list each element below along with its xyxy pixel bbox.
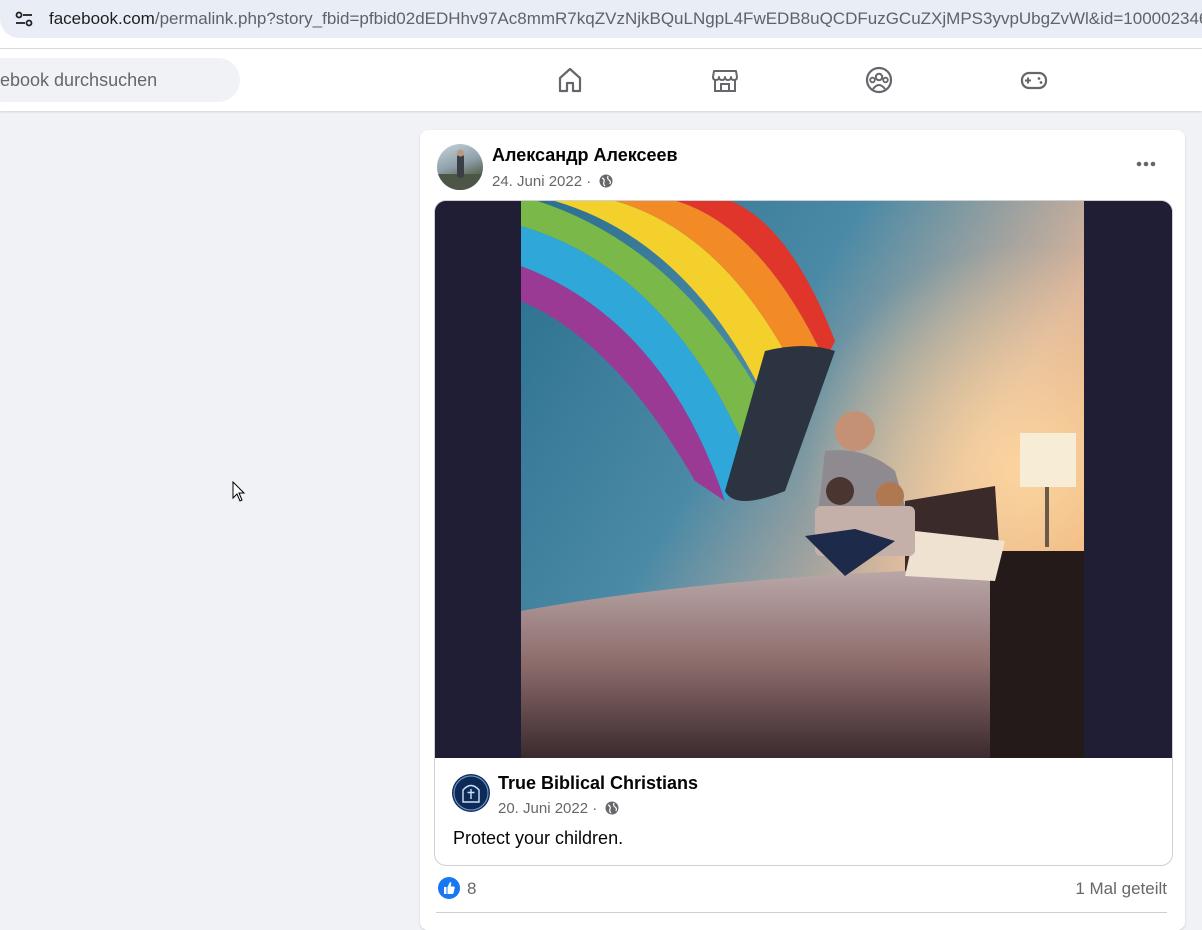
search-placeholder: ebook durchsuchen: [0, 70, 158, 90]
gaming-icon[interactable]: [1019, 65, 1049, 95]
site-settings-icon[interactable]: [12, 7, 36, 31]
url-path: /permalink.php?story_fbid=pfbid02dEDHhv9…: [154, 9, 1202, 28]
post-card: Александр Алексеев 24. Juni 2022 · True …: [420, 130, 1185, 930]
globe-icon: [605, 801, 619, 815]
more-options-icon[interactable]: [1132, 154, 1160, 174]
share-count[interactable]: 1 Mal geteilt: [1075, 879, 1167, 899]
mouse-cursor-icon: [232, 481, 246, 502]
globe-icon: [599, 174, 613, 188]
marketplace-icon[interactable]: [710, 65, 740, 95]
facebook-top-nav: ebook durchsuchen: [0, 49, 1202, 111]
like-count[interactable]: 8: [467, 879, 476, 899]
shared-page-name[interactable]: True Biblical Christians: [498, 773, 698, 794]
author-name[interactable]: Александр Алексеев: [492, 145, 678, 166]
shared-page-avatar[interactable]: [452, 774, 490, 812]
divider: [436, 912, 1167, 913]
browser-address-bar: facebook.com/permalink.php?story_fbid=pf…: [0, 0, 1202, 49]
shared-post-date-text[interactable]: 20. Juni 2022 ·: [498, 800, 597, 817]
home-icon[interactable]: [555, 65, 585, 95]
author-avatar[interactable]: [437, 144, 483, 190]
post-date-text[interactable]: 24. Juni 2022 ·: [492, 173, 591, 190]
url-host: facebook.com: [49, 9, 155, 28]
shared-post[interactable]: True Biblical Christians 20. Juni 2022 ·…: [434, 200, 1173, 866]
shared-post-image[interactable]: [435, 201, 1172, 758]
shared-post-text: Protect your children.: [453, 828, 624, 848]
shared-post-date: 20. Juni 2022 ·: [498, 800, 619, 817]
like-reaction-icon[interactable]: [438, 877, 460, 899]
url-field[interactable]: facebook.com/permalink.php?story_fbid=pf…: [0, 0, 1202, 38]
post-date: 24. Juni 2022 ·: [492, 173, 613, 190]
groups-icon[interactable]: [864, 65, 894, 95]
url-text: facebook.com/permalink.php?story_fbid=pf…: [49, 9, 1202, 29]
